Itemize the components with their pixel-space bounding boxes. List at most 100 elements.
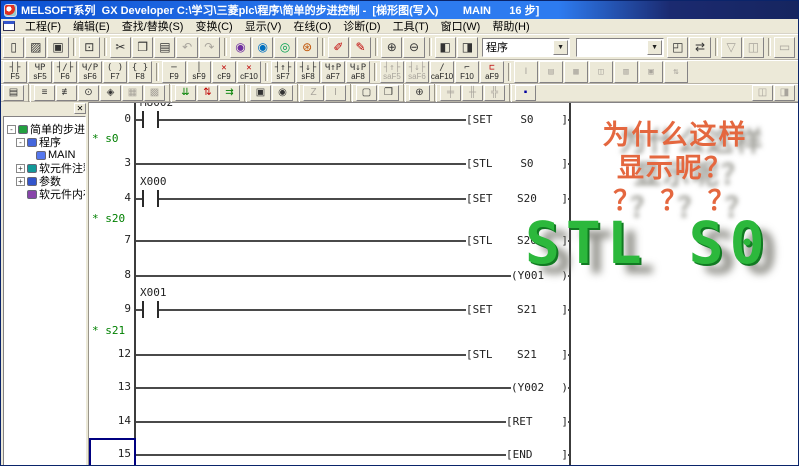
- find-instruction-button[interactable]: ◉: [252, 37, 273, 58]
- convert-all-button[interactable]: ⇅: [197, 85, 218, 101]
- menu-item-0[interactable]: 工程(F): [19, 18, 67, 34]
- device-display-button[interactable]: ◈: [100, 85, 121, 101]
- instruction-15[interactable]: [END]: [506, 447, 568, 462]
- edge-operation-button[interactable]: ⊏aF9: [480, 61, 504, 83]
- pulse-open-button-key-label: saF5: [383, 73, 401, 81]
- zoom-monitor-button[interactable]: ⊕: [409, 85, 430, 101]
- instruction-text: [SET: [466, 113, 493, 126]
- open-project-button[interactable]: ▨: [25, 37, 46, 58]
- toolbar-separator: [509, 84, 512, 102]
- delete-horizontal-line-button[interactable]: ✕cF9: [212, 61, 236, 83]
- comment-display-button[interactable]: ≡: [34, 85, 55, 101]
- note-button: ▥: [614, 61, 638, 83]
- parallel-closed-contact-button[interactable]: Ч/РsF6: [78, 61, 102, 83]
- find-string-button[interactable]: ⊛: [297, 37, 318, 58]
- tree-item-0[interactable]: -简单的步进控制: [4, 123, 85, 135]
- copy-button[interactable]: ❐: [132, 37, 153, 58]
- instruction-9[interactable]: [SETS21]: [466, 302, 568, 317]
- toolbar-separator: [297, 84, 300, 102]
- find-contact-button[interactable]: ◎: [274, 37, 295, 58]
- tree-item-1[interactable]: -程序: [4, 136, 85, 148]
- menu-item-9[interactable]: 帮助(H): [486, 18, 535, 34]
- tree-item-4[interactable]: +参数: [4, 175, 85, 187]
- window-tile-button[interactable]: ▢: [356, 85, 377, 101]
- data-transfer-button[interactable]: ⇄: [689, 37, 710, 58]
- replace-device-button[interactable]: ✐: [328, 37, 349, 58]
- screen-split-button[interactable]: ◨: [457, 37, 478, 58]
- window-cascade-button[interactable]: ❐: [378, 85, 399, 101]
- coil-button[interactable]: ( )F7: [103, 61, 127, 83]
- cut-button[interactable]: ✂: [110, 37, 131, 58]
- open-contact-button[interactable]: ┤├F5: [3, 61, 27, 83]
- menu-item-7[interactable]: 工具(T): [387, 18, 435, 34]
- menu-items: 工程(F)编辑(E)查找/替换(S)变换(C)显示(V)在线(O)诊断(D)工具…: [19, 18, 536, 34]
- print-button[interactable]: ⊡: [79, 37, 100, 58]
- collapse-icon[interactable]: -: [7, 125, 16, 134]
- horizontal-line-button[interactable]: ─F9: [162, 61, 186, 83]
- monitor-mode-button[interactable]: ▣: [250, 85, 271, 101]
- closed-contact-button[interactable]: ┤/├F6: [53, 61, 77, 83]
- edit-cursor[interactable]: [89, 438, 136, 466]
- status-button[interactable]: ▪: [515, 85, 536, 101]
- tree-item-2[interactable]: MAIN: [4, 149, 85, 161]
- zoom-in-button[interactable]: ⊕: [381, 37, 402, 58]
- instruction-14[interactable]: [RET]: [506, 414, 568, 429]
- statement-display-button[interactable]: ≢: [56, 85, 77, 101]
- contact-X001[interactable]: [142, 301, 159, 318]
- monitor-stop-button[interactable]: ◉: [272, 85, 293, 101]
- program-select-combo[interactable]: 程序▼: [482, 38, 570, 57]
- parallel-rising-pulse-button[interactable]: Ч↑РaF7: [321, 61, 345, 83]
- rising-pulse-button[interactable]: ┤↑├sF7: [271, 61, 295, 83]
- parallel-falling-pulse-button[interactable]: Ч↓РaF8: [346, 61, 370, 83]
- menu-item-3[interactable]: 变换(C): [189, 18, 238, 34]
- project-tree: -简单的步进控制-程序MAIN+软元件注释+参数软元件内存: [3, 116, 86, 466]
- tree-item-5[interactable]: 软元件内存: [4, 188, 85, 200]
- application-instruction-button[interactable]: { }F8: [128, 61, 152, 83]
- data-rule-button-glyph: ◫: [598, 68, 603, 77]
- menu-item-6[interactable]: 诊断(D): [337, 18, 386, 34]
- alias-display-button[interactable]: ⊙: [78, 85, 99, 101]
- menu-item-1[interactable]: 编辑(E): [67, 18, 116, 34]
- toolbar-separator: [73, 38, 76, 56]
- device-label-X001: X001: [140, 286, 167, 299]
- edit-data-button[interactable]: ◰: [667, 37, 688, 58]
- instruction-12[interactable]: [STLS21]: [466, 347, 568, 362]
- trace-button: ╪: [440, 85, 461, 101]
- menu-item-4[interactable]: 显示(V): [239, 18, 288, 34]
- convert-run-button[interactable]: ⇉: [219, 85, 240, 101]
- paste-button[interactable]: ▤: [154, 37, 175, 58]
- device-test-button: Z: [303, 85, 324, 101]
- find-device-button[interactable]: ◉: [230, 37, 251, 58]
- contact-X000[interactable]: [142, 190, 159, 207]
- chevron-down-icon[interactable]: ▼: [647, 40, 662, 55]
- replace-string-button[interactable]: ✎: [350, 37, 371, 58]
- inline-st-button: Ⅰ: [514, 61, 538, 83]
- convert-button[interactable]: ⇊: [175, 85, 196, 101]
- vertical-line-button[interactable]: │sF9: [187, 61, 211, 83]
- sort-button-glyph: ⇅: [673, 68, 678, 77]
- branch-line-button[interactable]: ⌐F10: [455, 61, 479, 83]
- collapse-icon[interactable]: -: [16, 138, 25, 147]
- screen-mode-button[interactable]: ◧: [435, 37, 456, 58]
- menu-item-5[interactable]: 在线(O): [287, 18, 337, 34]
- close-icon[interactable]: ✕: [74, 103, 86, 114]
- menu-item-8[interactable]: 窗口(W): [435, 18, 487, 34]
- invert-operation-button[interactable]: ∕caF10: [430, 61, 454, 83]
- delete-vertical-line-button[interactable]: ✕cF10: [237, 61, 261, 83]
- expand-icon[interactable]: +: [16, 164, 25, 173]
- zoom-out-button[interactable]: ⊖: [403, 37, 424, 58]
- data-select-combo[interactable]: ▼: [576, 38, 664, 57]
- contact-M8002[interactable]: [142, 111, 159, 128]
- chevron-down-icon[interactable]: ▼: [553, 40, 568, 55]
- parallel-open-contact-button[interactable]: ЧРsF5: [28, 61, 52, 83]
- instruction-13[interactable]: (Y002): [511, 380, 568, 395]
- tree-item-3[interactable]: +软元件注释: [4, 162, 85, 174]
- mdi-child-icon[interactable]: [3, 21, 15, 31]
- menu-item-2[interactable]: 查找/替换(S): [116, 18, 190, 34]
- save-project-button[interactable]: ▣: [47, 37, 68, 58]
- expand-icon[interactable]: +: [16, 177, 25, 186]
- new-project-button[interactable]: ▯: [3, 37, 24, 58]
- project-data-list-button[interactable]: ▤: [3, 85, 24, 101]
- falling-pulse-button[interactable]: ┤↓├sF8: [296, 61, 320, 83]
- ladder-editor[interactable]: 为什么这样 显示呢？ ？ ？ ？ STL S0 0M8002[SETS0]3[S…: [89, 102, 798, 466]
